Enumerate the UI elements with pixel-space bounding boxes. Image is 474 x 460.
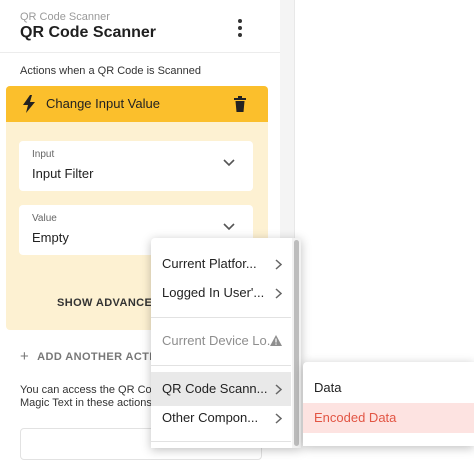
input-select[interactable]: Input Input Filter (19, 141, 253, 191)
menu-item-current-device-location: Current Device Lo... (151, 324, 291, 358)
add-another-action-label: ADD ANOTHER ACTIO (37, 350, 162, 363)
chevron-right-icon (275, 413, 282, 424)
menu-separator (151, 317, 291, 318)
menu-item-label: Logged In User'... (162, 285, 265, 300)
value-select-label: Value (32, 213, 57, 224)
info-text-line: You can access the QR Cod (20, 384, 158, 396)
chevron-right-icon (275, 259, 282, 270)
action-card-header[interactable]: Change Input Value (6, 86, 268, 122)
menu-item-label: Current Platfor... (162, 256, 257, 271)
magic-text-menu: Current Platfor... Logged In User'... Cu… (151, 238, 301, 448)
menu-separator (151, 365, 291, 366)
warning-icon (270, 335, 282, 346)
menu-item-label: Other Compon... (162, 410, 259, 425)
input-select-label: Input (32, 149, 55, 160)
menu-item-other-components[interactable]: Other Compon... (151, 401, 291, 435)
submenu-item-data[interactable]: Data (303, 373, 474, 403)
page-title: QR Code Scanner (20, 24, 157, 41)
submenu-item-label: Data (314, 380, 342, 395)
menu-scrollbar-thumb[interactable] (294, 240, 299, 446)
chevron-down-icon (223, 159, 235, 167)
actions-section-label: Actions when a QR Code is Scanned (20, 65, 201, 77)
info-text-line: Magic Text in these actions (20, 397, 152, 409)
submenu-item-encoded-data[interactable]: Encoded Data (303, 403, 474, 433)
chevron-right-icon (275, 384, 282, 395)
info-text: You can access the QR Cod Magic Text in … (20, 384, 170, 410)
submenu-item-label: Encoded Data (314, 410, 397, 425)
plus-icon: + (20, 348, 30, 365)
menu-item-label: Current Device Lo... (162, 333, 278, 348)
menu-item-logged-in-user[interactable]: Logged In User'... (151, 276, 291, 310)
header-divider (0, 52, 280, 53)
menu-separator (151, 441, 291, 442)
input-select-value: Input Filter (32, 166, 94, 181)
lightning-bolt-icon (23, 95, 35, 113)
add-another-action-button[interactable]: + ADD ANOTHER ACTIO (20, 348, 162, 365)
header-subtitle: QR Code Scanner (20, 11, 110, 23)
menu-item-label: QR Code Scann... (162, 381, 268, 396)
value-select-value: Empty (32, 230, 69, 245)
chevron-right-icon (275, 288, 282, 299)
trash-icon[interactable] (233, 96, 247, 112)
action-title: Change Input Value (46, 96, 160, 111)
qr-code-submenu: Data Encoded Data (303, 362, 474, 446)
more-options-icon[interactable] (232, 17, 248, 39)
chevron-down-icon (223, 223, 235, 231)
show-advanced-button[interactable]: SHOW ADVANCED (57, 297, 161, 309)
